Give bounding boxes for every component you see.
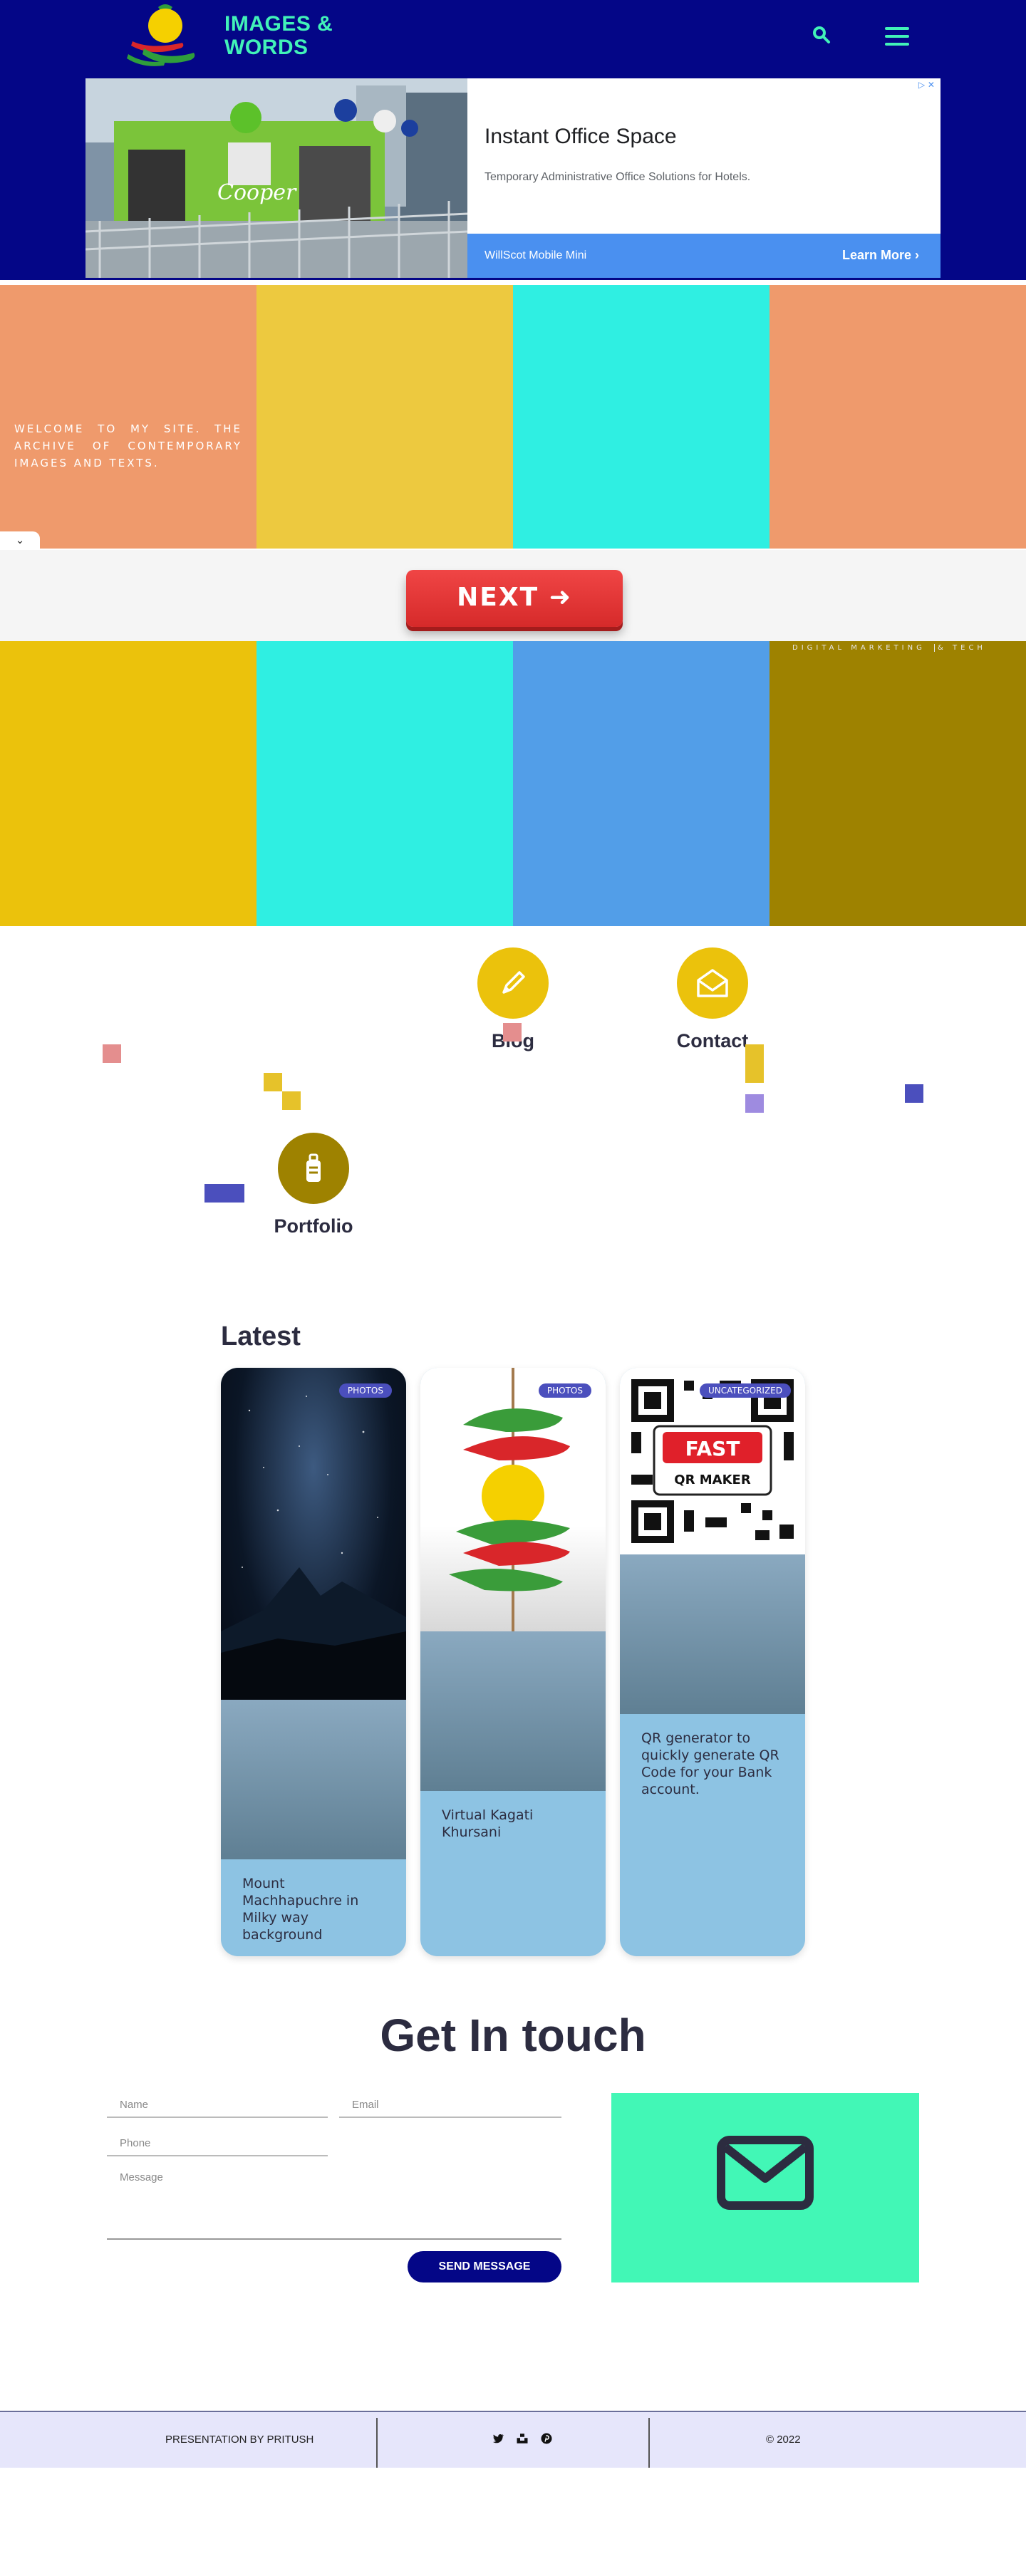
hero-tile-1 [0,285,256,549]
site-title[interactable]: IMAGES & WORDS [224,12,333,59]
envelope-open-icon [697,969,728,997]
hero-tile-6 [256,641,513,926]
search-button[interactable] [812,26,831,44]
search-icon [813,26,830,43]
menu-button[interactable] [885,26,913,47]
post-image[interactable]: PHOTOS [221,1368,406,1700]
category-badge[interactable]: UNCATEGORIZED [700,1383,791,1398]
post-image[interactable]: FAST QR MAKER UNCATEGORIZED [620,1368,805,1554]
decor-square [264,1073,282,1091]
contact-heading: Get In touch [380,2010,646,2061]
ad-cta-bar[interactable]: WillScot Mobile Mini Learn More › [467,234,940,278]
footer-credit: PRESENTATION BY PRITUSH [165,2434,314,2446]
hero-tile-3 [513,285,770,549]
hero-tile-8 [770,641,1026,926]
logo-icon[interactable] [123,1,204,69]
latest-heading: Latest [221,1321,301,1351]
hero-tag-right: & TECH [938,644,986,652]
portfolio-link[interactable] [278,1133,349,1204]
qr-image-text-2: QR MAKER [674,1473,751,1487]
email-field[interactable]: Email [339,2093,561,2118]
pen-icon [502,971,525,994]
chevron-right-icon: › [915,248,919,262]
luggage-icon [306,1153,321,1182]
portfolio-label[interactable]: Portfolio [235,1215,392,1237]
post-title[interactable]: Virtual Kagati Khursani [420,1791,606,1856]
ad-banner[interactable]: Cooper Instant Office Space Temporary Ad… [86,78,940,278]
hero-tile-5 [0,641,256,926]
name-field[interactable]: Name [107,2093,328,2118]
welcome-text: Welcome to my site. The archive of conte… [14,422,242,469]
ad-image[interactable]: Cooper [86,78,467,278]
qr-image-text-1: FAST [685,1437,740,1460]
contact-graphic [611,2093,919,2282]
ad-title[interactable]: Instant Office Space [484,125,677,149]
hero-tile-4 [770,285,1026,549]
hero-tile-2 [256,285,513,549]
chevron-down-icon[interactable]: ⌄ [0,531,40,549]
post-image[interactable]: PHOTOS [420,1368,606,1631]
ad-advertiser: WillScot Mobile Mini [484,249,587,261]
post-card[interactable]: PHOTOS Virtual Kagati Khursani [420,1368,606,1956]
contact-link[interactable] [677,947,748,1019]
decor-square [745,1094,764,1113]
category-badge[interactable]: PHOTOS [538,1383,591,1398]
envelope-icon [717,2136,814,2210]
post-title[interactable]: QR generator to quickly generate QR Code… [620,1714,805,1814]
footer-copyright: © 2022 [766,2434,801,2446]
decor-square [103,1044,121,1063]
post-card[interactable]: PHOTOS Mount Machhapuchre in Milky way b… [221,1368,406,1956]
hero-tagline: DIGITAL MARKETING & TECH [792,644,1006,652]
send-message-button[interactable]: SEND MESSAGE [408,2251,561,2282]
blog-link[interactable] [477,947,549,1019]
site-title-line1: IMAGES & [224,12,333,36]
learn-more-button[interactable]: Learn More › [842,248,919,263]
decor-square [204,1184,244,1203]
post-card[interactable]: FAST QR MAKER UNCATEGORIZED QR generator… [620,1368,805,1956]
hamburger-icon [885,27,909,30]
next-button[interactable]: NEXT ➜ [406,570,623,627]
decor-square [905,1084,923,1103]
post-title[interactable]: Mount Machhapuchre in Milky way backgrou… [221,1859,406,1956]
phone-field[interactable]: Phone [107,2131,328,2156]
hero-tag-left: DIGITAL MARKETING [792,644,926,652]
site-title-line2: WORDS [224,36,309,59]
decor-square [282,1091,301,1110]
hero-tile-7 [513,641,770,926]
site-header: IMAGES & WORDS Cooper Instant Office Spa… [0,0,1026,280]
twitter-icon[interactable] [492,2432,504,2445]
social-links [492,2432,553,2445]
adchoices-icon[interactable]: ▷ ✕ [918,80,935,90]
decor-square [503,1023,522,1042]
message-field[interactable]: Message [107,2166,561,2240]
pinterest-icon[interactable] [540,2432,553,2445]
contact-label[interactable]: Contact [634,1030,791,1052]
site-footer: PRESENTATION BY PRITUSH © 2022 [0,2411,1026,2468]
unsplash-icon[interactable] [516,2432,529,2445]
ad-image-sign: Cooper [217,180,297,205]
decor-square [745,1044,764,1083]
category-badge[interactable]: PHOTOS [338,1383,392,1398]
ad-description: Temporary Administrative Office Solution… [484,171,751,183]
